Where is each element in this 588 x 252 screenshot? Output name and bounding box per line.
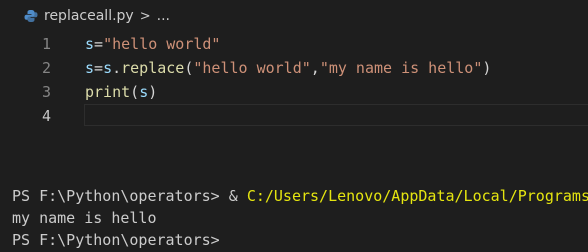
line-number: 4 [41,107,51,125]
terminal-panel[interactable]: PS F:\Python\operators> & C:/Users/Lenov… [0,182,588,252]
code-token: replace [121,59,185,77]
code-token: ) [148,83,158,101]
code-line[interactable]: 2 s=s.replace("hello world","my name is … [0,56,588,80]
code-line[interactable]: 1 s="hello world" [0,32,588,56]
code-token: "hello world" [193,59,311,77]
code-token: "my name is hello" [319,59,483,77]
vscode-window: replaceall.py > ... 1 s="hello world" 2 … [0,0,588,252]
code-token: = [94,35,104,53]
code-token: s [103,59,113,77]
python-file-icon [24,9,38,23]
terminal-prompt-line[interactable]: PS F:\Python\operators> [12,229,220,251]
terminal-call-operator: & [228,187,247,205]
code-text[interactable]: s=s.replace("hello world","my name is he… [85,56,491,80]
code-editor[interactable]: 1 s="hello world" 2 s=s.replace("hello w… [0,32,588,132]
breadcrumb-ellipsis[interactable]: ... [157,8,170,24]
code-token: s [85,59,95,77]
code-token: ( [130,83,140,101]
code-token: print [85,83,131,101]
code-token: s [139,83,149,101]
terminal-prompt: PS F:\Python\operators> [12,187,229,205]
line-number: 1 [41,35,51,53]
code-token: ) [482,59,492,77]
code-token: "hello world" [103,35,221,53]
code-text[interactable]: s="hello world" [85,32,220,56]
code-line-current[interactable]: 4 [0,104,588,128]
code-token: . [112,59,122,77]
chevron-right-icon: > [139,8,151,24]
line-number: 2 [41,59,51,77]
terminal-output-line: my name is hello [12,209,157,227]
terminal-command-path: C:/Users/Lenovo/AppData/Local/Programs [246,187,588,205]
breadcrumb: replaceall.py > ... [0,0,588,32]
current-line-highlight [84,104,588,126]
code-token: s [85,35,95,53]
line-number: 3 [41,83,51,101]
code-line[interactable]: 3 print(s) [0,80,588,104]
code-token: = [94,59,104,77]
breadcrumb-filename[interactable]: replaceall.py [44,8,134,24]
terminal-command-line: PS F:\Python\operators> & C:/Users/Lenov… [12,185,588,207]
code-text[interactable]: print(s) [85,80,157,104]
code-token: , [310,59,320,77]
